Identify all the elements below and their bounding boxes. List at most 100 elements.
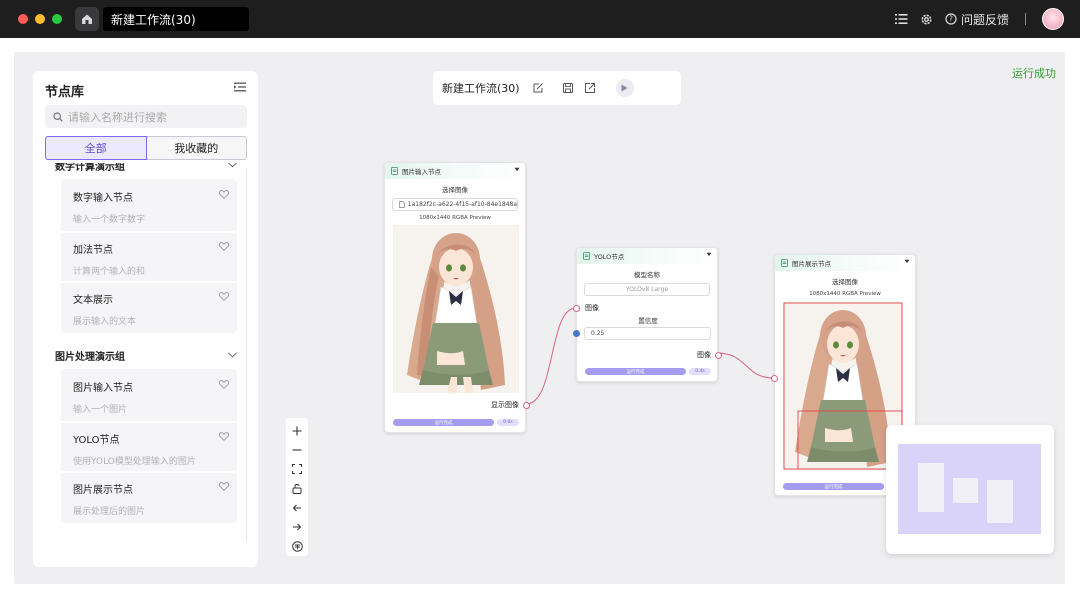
tab-all[interactable]: 全部 (45, 136, 147, 160)
minimap-node (987, 480, 1013, 523)
collapse-menu-icon[interactable] (234, 82, 246, 92)
list-item[interactable]: 文本展示 展示输入的文本 (61, 281, 237, 331)
document-icon (583, 252, 590, 260)
node-title: YOLO节点 (594, 253, 625, 261)
run-status-row: 运行完成 (783, 483, 884, 490)
list-item[interactable]: 图片输入节点 输入一个图片 (61, 371, 237, 421)
minimap-node (953, 478, 978, 503)
layout-icon (291, 541, 303, 552)
heart-icon[interactable] (219, 482, 229, 491)
redo-button[interactable] (286, 517, 308, 536)
output-port-label: 图像 (697, 351, 711, 359)
node-header[interactable]: YOLO节点 (577, 248, 717, 264)
run-time-badge: 0.4s (689, 368, 711, 375)
search-input[interactable]: 请输入名称进行搜索 (45, 105, 247, 128)
library-tabs: 全部 我收藏的 (45, 136, 247, 160)
item-desc: 展示输入的文本 (73, 317, 137, 327)
detection-result-image (783, 302, 903, 470)
zoom-in-button[interactable] (286, 421, 308, 440)
model-select[interactable]: YOLOv8 Large (584, 283, 710, 296)
list-icon[interactable] (894, 13, 908, 25)
caret-down-icon[interactable] (706, 252, 712, 257)
model-name-label: 模型名称 (634, 271, 660, 279)
edit-icon[interactable] (532, 82, 544, 94)
preview-label: 1080x1440 RGBA Preview (809, 291, 881, 297)
library-list[interactable]: 数字计算演示组 数字输入节点 输入一个数字数字 加法节点 计算两个输入的和 文本… (45, 163, 247, 541)
item-name: 文本展示 (73, 295, 113, 306)
node-library-panel: 节点库 请输入名称进行搜索 全部 我收藏的 数字计算演示组 数字输入节点 输入一… (33, 71, 258, 567)
heart-icon[interactable] (219, 380, 229, 389)
confidence-port[interactable] (573, 330, 580, 337)
feedback-button[interactable]: ? 问题反馈 (945, 11, 1009, 28)
yolo-node[interactable]: YOLO节点 模型名称 YOLOv8 Large 图像 置信度 0.25 图像 … (573, 247, 722, 382)
arrow-right-icon (293, 523, 302, 531)
input-port[interactable] (573, 305, 580, 312)
item-desc: 使用YOLO模型处理输入的图片 (73, 457, 196, 467)
node-header[interactable]: 图片展示节点 (775, 255, 915, 271)
input-port-label: 图像 (585, 304, 599, 312)
document-icon (391, 167, 398, 175)
output-port[interactable] (715, 352, 722, 359)
caret-down-icon[interactable] (904, 259, 910, 264)
home-button[interactable] (75, 7, 99, 31)
divider (1025, 13, 1026, 25)
confidence-input[interactable]: 0.25 (584, 327, 711, 340)
layout-button[interactable] (286, 537, 308, 556)
item-desc: 计算两个输入的和 (73, 267, 146, 277)
avatar[interactable] (1042, 8, 1064, 30)
lock-button[interactable] (286, 479, 308, 498)
group-items: 图片输入节点 输入一个图片 YOLO节点 使用YOLO模型处理输入的图片 图片展… (61, 369, 237, 523)
maximize-window-button[interactable] (52, 14, 62, 24)
output-port[interactable] (523, 402, 530, 409)
run-status-text: 运行成功 (1012, 67, 1056, 80)
fit-view-button[interactable] (286, 460, 308, 479)
list-item[interactable]: 图片展示节点 展示处理后的图片 (61, 471, 237, 521)
undo-button[interactable] (286, 498, 308, 517)
export-icon[interactable] (584, 82, 596, 94)
list-item[interactable]: YOLO节点 使用YOLO模型处理输入的图片 (61, 421, 237, 471)
caret-down-icon[interactable] (514, 167, 520, 172)
search-placeholder: 请输入名称进行搜索 (68, 110, 167, 124)
input-port[interactable] (771, 375, 778, 382)
group-header[interactable]: 图片处理演示组 (45, 343, 247, 367)
heart-icon[interactable] (219, 242, 229, 251)
minimap-node (918, 463, 944, 512)
library-title: 节点库 (45, 85, 85, 100)
group-header[interactable]: 数字计算演示组 (45, 163, 247, 177)
anime-girl-image (393, 225, 519, 393)
play-icon (621, 84, 628, 92)
gear-icon[interactable] (920, 13, 933, 26)
minimize-window-button[interactable] (35, 14, 45, 24)
run-workflow-button[interactable] (615, 79, 634, 97)
arrow-left-icon (292, 504, 301, 512)
heart-icon[interactable] (219, 190, 229, 199)
heart-icon[interactable] (219, 292, 229, 301)
tab-favorites[interactable]: 我收藏的 (146, 136, 247, 160)
file-picker[interactable]: 1a182f2c-a622-4f15-af10-84e1848ab (392, 198, 518, 211)
minimap[interactable] (886, 425, 1054, 554)
image-input-node[interactable]: 图片输入节点 选择图像 1a182f2c-a622-4f15-af10-84e1… (384, 162, 530, 433)
minus-icon (292, 449, 302, 451)
svg-text:?: ? (949, 15, 953, 24)
chevron-down-icon (228, 352, 237, 358)
item-desc: 输入一个图片 (73, 405, 128, 415)
group-title: 数字计算演示组 (55, 163, 125, 173)
document-icon (781, 259, 788, 267)
node-title: 图片输入节点 (402, 168, 441, 176)
scrollbar[interactable] (246, 169, 247, 541)
node-header[interactable]: 图片输入节点 (385, 163, 525, 179)
run-complete-bar: 运行完成 (393, 419, 494, 426)
item-name: 图片展示节点 (73, 485, 133, 496)
list-item[interactable]: 数字输入节点 输入一个数字数字 (61, 181, 237, 231)
workflow-name-input[interactable]: 新建工作流(30) (103, 7, 249, 31)
list-item[interactable]: 加法节点 计算两个输入的和 (61, 231, 237, 281)
save-icon[interactable] (562, 82, 574, 94)
close-window-button[interactable] (18, 14, 28, 24)
heart-icon[interactable] (219, 432, 229, 441)
help-icon: ? (945, 13, 957, 25)
minimap-viewport[interactable] (898, 444, 1041, 534)
item-desc: 输入一个数字数字 (73, 215, 146, 225)
zoom-out-button[interactable] (286, 440, 308, 459)
group-title: 图片处理演示组 (55, 351, 125, 363)
file-name: 1a182f2c-a622-4f15-af10-84e1848ab (407, 201, 517, 208)
